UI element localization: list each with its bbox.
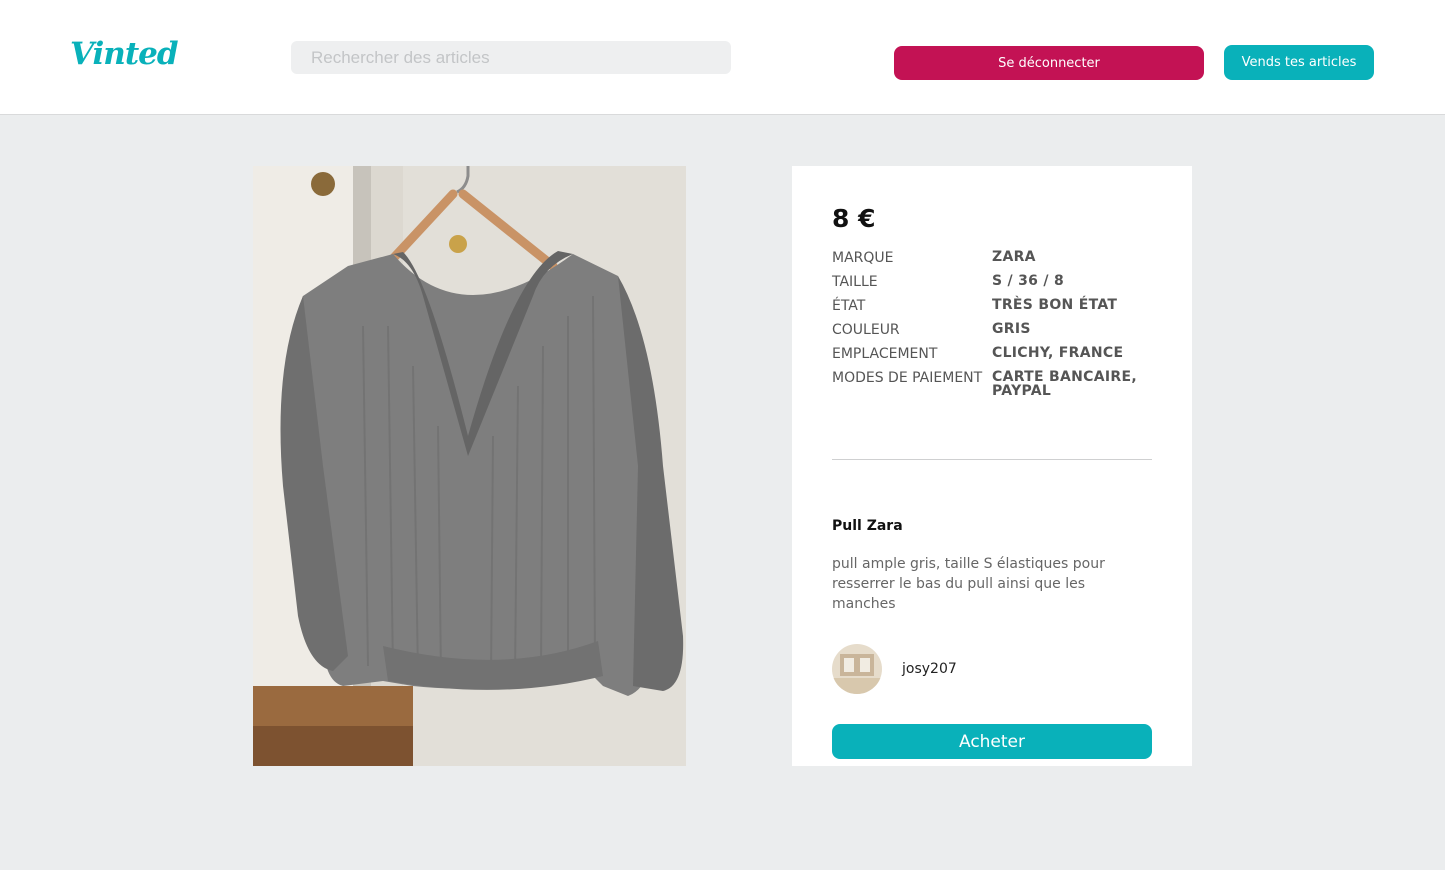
detail-label: COULEUR — [832, 322, 900, 338]
detail-label: EMPLACEMENT — [832, 346, 938, 362]
detail-label: MODES DE PAIEMENT — [832, 370, 983, 386]
logout-button[interactable]: Se déconnecter — [894, 46, 1204, 80]
detail-value: TRÈS BON ÉTAT — [992, 297, 1118, 313]
product-details-list: MARQUE ZARA TAILLE S / 36 / 8 ÉTAT TRÈS … — [832, 250, 1162, 398]
vinted-logo[interactable]: Vinted — [70, 36, 179, 72]
detail-row-condition: ÉTAT TRÈS BON ÉTAT — [832, 298, 1162, 322]
product-title: Pull Zara — [832, 518, 903, 534]
divider — [832, 459, 1152, 460]
detail-row-size: TAILLE S / 36 / 8 — [832, 274, 1162, 298]
sell-items-button[interactable]: Vends tes articles — [1224, 45, 1374, 80]
detail-label: TAILLE — [832, 274, 878, 290]
detail-label: ÉTAT — [832, 298, 866, 314]
sweater-photo-image — [253, 166, 686, 766]
detail-value: S / 36 / 8 — [992, 273, 1065, 289]
detail-row-brand: MARQUE ZARA — [832, 250, 1162, 274]
search-input[interactable] — [291, 41, 731, 74]
product-price: 8 € — [832, 204, 876, 233]
product-description: pull ample gris, taille S élastiques pou… — [832, 556, 1105, 612]
avatar[interactable] — [832, 644, 882, 694]
product-photo[interactable] — [253, 166, 686, 766]
product-details-card: 8 € MARQUE ZARA TAILLE S / 36 / 8 ÉTAT T… — [792, 166, 1192, 766]
detail-value: CLICHY, FRANCE — [992, 345, 1124, 361]
seller-username[interactable]: josy207 — [902, 661, 957, 677]
detail-row-payment: MODES DE PAIEMENT CARTE BANCAIRE, PAYPAL — [832, 370, 1162, 398]
detail-value: GRIS — [992, 321, 1031, 337]
detail-value: ZARA — [992, 249, 1036, 265]
site-header: Vinted Se déconnecter Vends tes articles — [0, 0, 1445, 115]
detail-label: MARQUE — [832, 250, 894, 266]
detail-row-location: EMPLACEMENT CLICHY, FRANCE — [832, 346, 1162, 370]
detail-value: CARTE BANCAIRE, PAYPAL — [992, 369, 1137, 399]
detail-row-color: COULEUR GRIS — [832, 322, 1162, 346]
buy-button[interactable]: Acheter — [832, 724, 1152, 759]
seller-info[interactable]: josy207 — [832, 644, 957, 694]
seller-avatar-image — [832, 644, 882, 694]
